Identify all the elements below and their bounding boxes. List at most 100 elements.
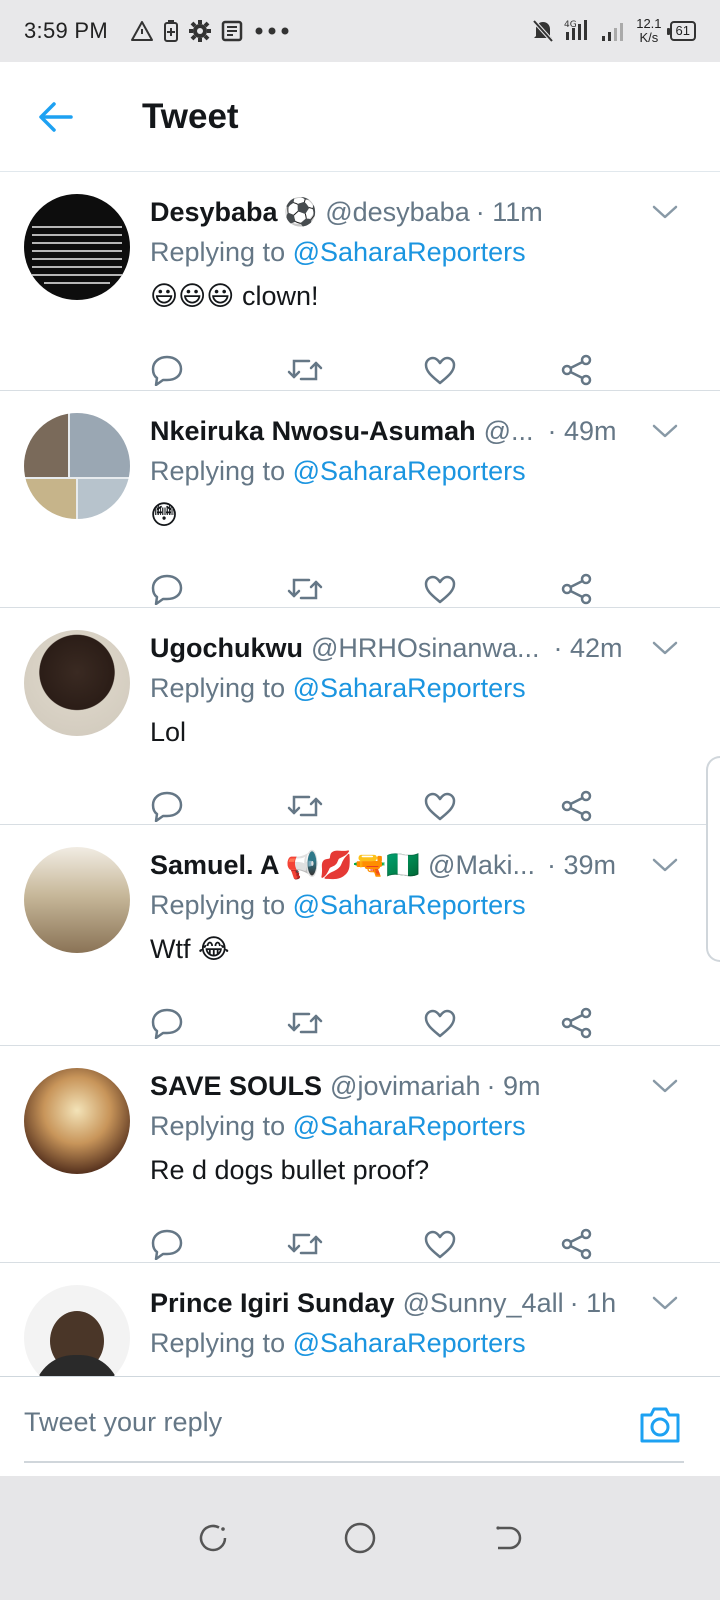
share-button[interactable]: [560, 1007, 697, 1039]
share-icon: [561, 1228, 591, 1260]
display-name[interactable]: Nkeiruka Nwosu-Asumah: [150, 416, 476, 447]
tweet-time: · 1h: [569, 1287, 617, 1318]
retweet-button[interactable]: [287, 1229, 424, 1259]
recent-apps-button[interactable]: [193, 1518, 233, 1558]
heart-icon: [424, 1230, 456, 1259]
reply-button[interactable]: [150, 1228, 287, 1260]
share-button[interactable]: [560, 1228, 697, 1260]
share-icon: [561, 1007, 591, 1039]
speed-value: 12.1: [636, 16, 662, 31]
share-button[interactable]: [560, 573, 697, 605]
mention-link[interactable]: @SaharaReporters: [293, 456, 526, 486]
user-handle[interactable]: @jovimariah: [330, 1071, 480, 1102]
reply-icon: [151, 1008, 183, 1039]
display-name[interactable]: Desybaba: [150, 197, 278, 228]
replying-to: Replying to @SaharaReporters: [150, 234, 696, 270]
display-name[interactable]: Prince Igiri Sunday: [150, 1288, 395, 1319]
edge-panel-handle[interactable]: [706, 756, 720, 962]
replying-to: Replying to @SaharaReporters: [150, 1108, 696, 1144]
retweet-button[interactable]: [287, 574, 424, 604]
tweet-item[interactable]: Nkeiruka Nwosu-Asumah @... · 49m Replyin…: [0, 391, 720, 608]
tweet-item[interactable]: Ugochukwu @HRHOsinanwa... · 42m Replying…: [0, 608, 720, 825]
user-handle[interactable]: @HRHOsinanwa...: [311, 633, 539, 664]
body-emoji: 😂: [198, 934, 230, 964]
chevron-down-icon[interactable]: [650, 1074, 680, 1098]
avatar[interactable]: [24, 1285, 130, 1376]
back-button[interactable]: [26, 87, 86, 147]
chevron-down-icon[interactable]: [650, 1291, 680, 1315]
like-button[interactable]: [423, 791, 560, 821]
reply-icon: [151, 1229, 183, 1260]
tweet-content: Nkeiruka Nwosu-Asumah @... · 49m Replyin…: [150, 413, 696, 607]
recent-apps-icon: [200, 1524, 227, 1552]
status-bar: 3:59 PM 4G 12.1 K/s 61: [0, 0, 720, 62]
avatar[interactable]: [24, 1068, 130, 1174]
chevron-down-icon[interactable]: [650, 200, 680, 224]
chevron-down-icon[interactable]: [650, 853, 680, 877]
user-handle[interactable]: @desybaba: [325, 197, 470, 228]
tweet-text: Lol: [150, 717, 187, 747]
chevron-down-icon[interactable]: [650, 419, 680, 443]
replying-to-label: Replying to: [150, 673, 286, 703]
mention-link[interactable]: @SaharaReporters: [293, 1111, 526, 1141]
heart-icon: [424, 575, 456, 604]
tweet-item[interactable]: SAVE SOULS @jovimariah · 9m Replying to …: [0, 1046, 720, 1263]
retweet-icon: [287, 795, 322, 817]
like-button[interactable]: [423, 574, 560, 604]
home-button[interactable]: [340, 1518, 380, 1558]
tweet-actions: [150, 993, 696, 1053]
user-handle[interactable]: @Sunny_4all: [403, 1288, 564, 1319]
heart-icon: [424, 1009, 456, 1038]
share-button[interactable]: [560, 354, 697, 386]
mention-link[interactable]: @SaharaReporters: [293, 673, 526, 703]
replies-feed[interactable]: Desybaba ⚽ @desybaba · 11m Replying to @…: [0, 172, 720, 1376]
tweet-item[interactable]: Desybaba ⚽ @desybaba · 11m Replying to @…: [0, 172, 720, 391]
tweet-content: Samuel. A 📢💋🔫🇳🇬 @Maki... · 39m Replying …: [150, 847, 696, 1045]
like-button[interactable]: [423, 355, 560, 385]
reply-button[interactable]: [150, 790, 287, 822]
reply-composer: Tweet your reply: [0, 1376, 720, 1476]
body-emoji: 😃😃😃: [150, 281, 235, 311]
tweet-item[interactable]: Prince Igiri Sunday @Sunny_4all · 1h Rep…: [0, 1263, 720, 1376]
chevron-down-icon[interactable]: [650, 636, 680, 660]
display-name[interactable]: Ugochukwu: [150, 633, 303, 664]
display-name[interactable]: SAVE SOULS: [150, 1071, 322, 1102]
like-button[interactable]: [423, 1008, 560, 1038]
tweet-time: · 39m: [546, 849, 616, 880]
tweet-item[interactable]: Samuel. A 📢💋🔫🇳🇬 @Maki... · 39m Replying …: [0, 825, 720, 1046]
more-dots-icon: [254, 26, 290, 36]
reply-icon: [151, 791, 183, 822]
user-handle[interactable]: @...: [484, 416, 534, 447]
reply-button[interactable]: [150, 354, 287, 386]
like-button[interactable]: [423, 1229, 560, 1259]
tweet-text: 😳: [150, 497, 696, 533]
replying-to-label: Replying to: [150, 237, 286, 267]
mention-link[interactable]: @SaharaReporters: [293, 890, 526, 920]
retweet-icon: [287, 1012, 322, 1034]
mention-link[interactable]: @SaharaReporters: [293, 237, 526, 267]
camera-button[interactable]: [638, 1405, 682, 1445]
reply-button[interactable]: [150, 573, 287, 605]
camera-icon: [640, 1407, 680, 1443]
avatar[interactable]: [24, 194, 130, 300]
reply-button[interactable]: [150, 1007, 287, 1039]
avatar[interactable]: [24, 847, 130, 953]
reply-input[interactable]: Tweet your reply: [24, 1407, 222, 1438]
display-name[interactable]: Samuel. A: [150, 850, 280, 881]
mention-link[interactable]: @SaharaReporters: [293, 1328, 526, 1358]
retweet-button[interactable]: [287, 355, 424, 385]
retweet-button[interactable]: [287, 1008, 424, 1038]
avatar[interactable]: [24, 630, 130, 736]
tweet-content: Prince Igiri Sunday @Sunny_4all · 1h Rep…: [150, 1285, 696, 1376]
back-nav-button[interactable]: [487, 1518, 527, 1558]
share-button[interactable]: [560, 790, 697, 822]
signal-bars-icon: [600, 20, 628, 42]
avatar[interactable]: [24, 413, 130, 519]
share-icon: [561, 790, 591, 822]
replying-to-label: Replying to: [150, 1111, 286, 1141]
retweet-button[interactable]: [287, 791, 424, 821]
user-handle[interactable]: @Maki...: [428, 850, 535, 881]
tweet-body: Wtf: [150, 934, 191, 964]
warning-icon: [130, 20, 154, 42]
speed-unit: K/s: [639, 30, 659, 45]
